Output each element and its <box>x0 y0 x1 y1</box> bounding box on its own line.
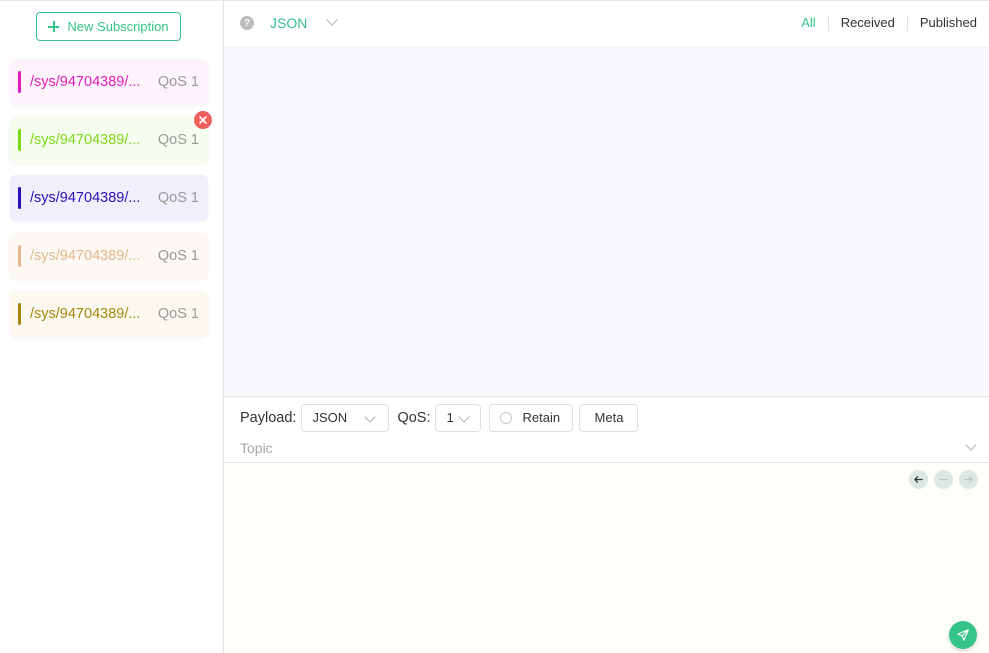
filter-tab-received[interactable]: Received <box>827 15 907 31</box>
retain-toggle[interactable]: Retain <box>489 403 574 432</box>
payload-editor[interactable] <box>224 464 989 653</box>
payload-label: Payload: <box>240 409 297 426</box>
topic-row <box>224 435 989 463</box>
subscription-item[interactable]: /sys/94704389/... QoS 1 <box>10 59 208 105</box>
subscription-qos: QoS 1 <box>157 74 199 90</box>
message-list[interactable] <box>224 47 989 396</box>
chevron-down-icon <box>458 410 471 423</box>
subscriptions-sidebar: New Subscription /sys/94704389/... QoS 1… <box>0 1 224 653</box>
filter-tab-all[interactable]: All <box>789 15 827 31</box>
new-subscription-label: New Subscription <box>67 19 169 34</box>
qos-select[interactable]: 1 <box>435 403 482 432</box>
subscription-color-bar <box>18 303 21 325</box>
subscription-item[interactable]: /sys/94704389/... QoS 1 <box>10 175 208 221</box>
message-format-select[interactable]: JSON <box>270 13 350 33</box>
send-button[interactable] <box>949 621 977 649</box>
topic-input[interactable] <box>240 437 940 459</box>
subscription-qos: QoS 1 <box>157 190 199 206</box>
chevron-down-icon[interactable] <box>965 439 977 451</box>
message-format-value: JSON <box>270 15 308 31</box>
subscription-topic: /sys/94704389/... <box>30 132 141 148</box>
payload-history-controls <box>909 470 978 489</box>
composer-toolbar: Payload: JSON QoS: 1 Retain Meta <box>240 403 639 432</box>
arrow-right-icon <box>964 476 973 483</box>
chevron-down-icon <box>326 14 338 26</box>
new-subscription-button[interactable]: New Subscription <box>36 12 181 41</box>
subscription-topic: /sys/94704389/... <box>30 306 141 322</box>
subscription-topic: /sys/94704389/... <box>30 190 141 206</box>
subscription-qos: QoS 1 <box>157 306 199 322</box>
subscription-item[interactable]: /sys/94704389/... QoS 1 <box>10 111 212 163</box>
filter-tab-published[interactable]: Published <box>906 15 989 31</box>
chevron-down-icon <box>364 410 377 423</box>
subscription-color-bar <box>18 187 21 209</box>
qos-value: 1 <box>446 410 454 425</box>
unsubscribe-close-icon[interactable] <box>194 111 212 129</box>
publish-composer: Payload: JSON QoS: 1 Retain Meta <box>224 396 989 653</box>
send-icon <box>957 629 969 641</box>
help-icon[interactable]: ? <box>240 16 254 30</box>
minus-icon <box>939 478 948 481</box>
qos-label: QoS: <box>397 409 431 426</box>
subscription-color-bar <box>18 245 21 267</box>
subscription-item[interactable]: /sys/94704389/... QoS 1 <box>10 291 208 337</box>
subscription-topic: /sys/94704389/... <box>30 74 141 90</box>
subscription-color-bar <box>18 71 21 93</box>
subscription-color-bar <box>18 129 21 151</box>
subscription-item[interactable]: /sys/94704389/... QoS 1 <box>10 233 208 279</box>
message-filter-tabs: All Received Published <box>789 15 989 31</box>
previous-payload-button[interactable] <box>909 470 928 489</box>
next-payload-button[interactable] <box>959 470 978 489</box>
meta-label: Meta <box>594 410 624 425</box>
message-toolbar: ? JSON All Received Published <box>224 1 989 47</box>
plus-icon <box>48 21 60 32</box>
payload-format-select[interactable]: JSON <box>301 403 390 432</box>
payload-format-value: JSON <box>312 410 348 425</box>
subscription-qos: QoS 1 <box>157 132 199 148</box>
arrow-left-icon <box>914 476 923 483</box>
clear-history-button[interactable] <box>934 470 953 489</box>
subscription-list: /sys/94704389/... QoS 1 /sys/94704389/..… <box>10 59 212 349</box>
subscription-topic: /sys/94704389/... <box>30 248 141 264</box>
retain-label: Retain <box>522 410 561 425</box>
meta-button[interactable]: Meta <box>579 403 639 432</box>
mqtt-client-window: New Subscription /sys/94704389/... QoS 1… <box>0 0 989 653</box>
retain-radio-icon <box>500 411 513 424</box>
subscription-qos: QoS 1 <box>157 248 199 264</box>
